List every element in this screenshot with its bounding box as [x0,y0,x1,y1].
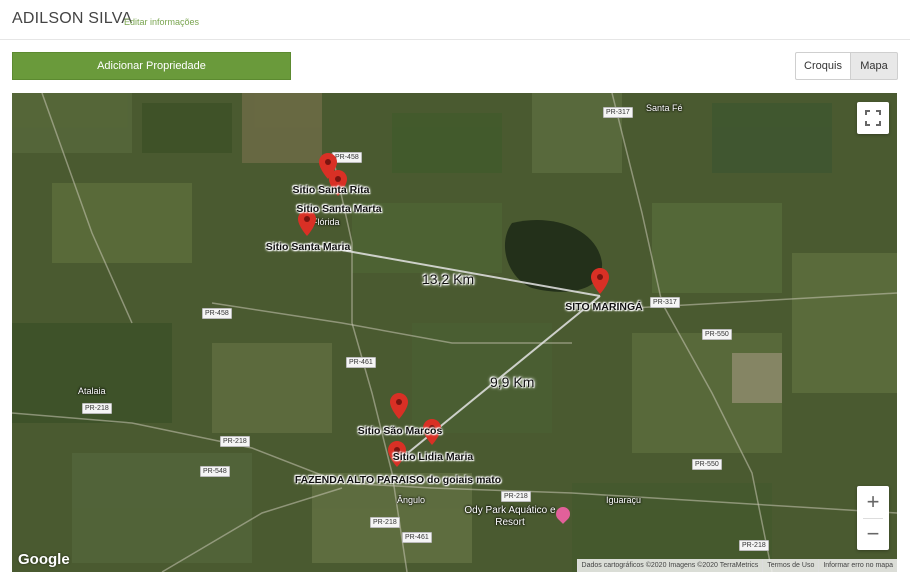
road-label: PR-461 [402,532,432,543]
map-terrain [12,93,897,572]
page-title: ADILSON SILVA [12,10,133,27]
zoom-out-button[interactable]: − [857,518,889,550]
map-marker-icon[interactable] [390,393,408,419]
road-label: PR-218 [501,491,531,502]
marker-label: Sitio Santa Rita [292,184,370,196]
road-label: PR-317 [650,297,680,308]
page-header: ADILSON SILVA Editar informações [0,0,910,40]
town-label: Flórida [312,217,340,227]
fullscreen-icon [865,110,881,126]
town-label: Iguaraçu [606,495,642,505]
zoom-in-button[interactable]: + [857,486,889,518]
edit-info-link[interactable]: Editar informações [124,17,199,27]
marker-label: SITO MARINGÁ [565,301,643,313]
marker-label: Sitio Santa Maria [265,241,351,253]
add-property-button[interactable]: Adicionar Propriedade [12,52,291,80]
town-label: Ângulo [397,495,426,505]
fullscreen-button[interactable] [857,102,889,134]
road-label: PR-550 [702,329,732,340]
town-label: Santa Fé [646,103,683,113]
road-label: PR-548 [200,466,230,477]
distance-label: 9,9 Km [490,374,535,390]
road-label: PR-458 [202,308,232,319]
distance-label: 13,2 Km [422,271,475,287]
town-label: Atalaia [78,386,106,396]
road-label: PR-218 [220,436,250,447]
road-label: PR-218 [82,403,112,414]
marker-label: Sitio Lidia Maria [392,451,474,463]
road-label: PR-317 [603,107,633,118]
zoom-control: + − [857,486,889,550]
road-label: PR-218 [739,540,769,551]
marker-label: Sitio Santa Marta [296,203,382,215]
road-label: PR-218 [370,517,400,528]
road-label: PR-550 [692,459,722,470]
google-logo[interactable]: Google [18,551,70,568]
poi-label: Ody Park Aquático e Resort [464,505,556,528]
mapa-toggle-button[interactable]: Mapa [851,52,898,80]
croquis-toggle-button[interactable]: Croquis [795,52,851,80]
map-data-attribution: Dados cartográficos ©2020 Imagens ©2020 … [576,559,763,572]
marker-label: Sitio São Marcos [357,425,443,437]
report-error-link[interactable]: Informar erro no mapa [818,559,897,572]
satellite-map[interactable]: PR-317 PR-458 PR-458 PR-317 PR-550 PR-46… [12,93,897,572]
map-marker-icon[interactable] [591,268,609,294]
marker-label: FAZENDA ALTO PARAISO do goiais mato [294,474,502,486]
terms-link[interactable]: Termos de Uso [762,559,819,572]
map-attribution: Dados cartográficos ©2020 Imagens ©2020 … [576,559,897,572]
road-label: PR-461 [346,357,376,368]
zoom-divider [863,518,883,519]
